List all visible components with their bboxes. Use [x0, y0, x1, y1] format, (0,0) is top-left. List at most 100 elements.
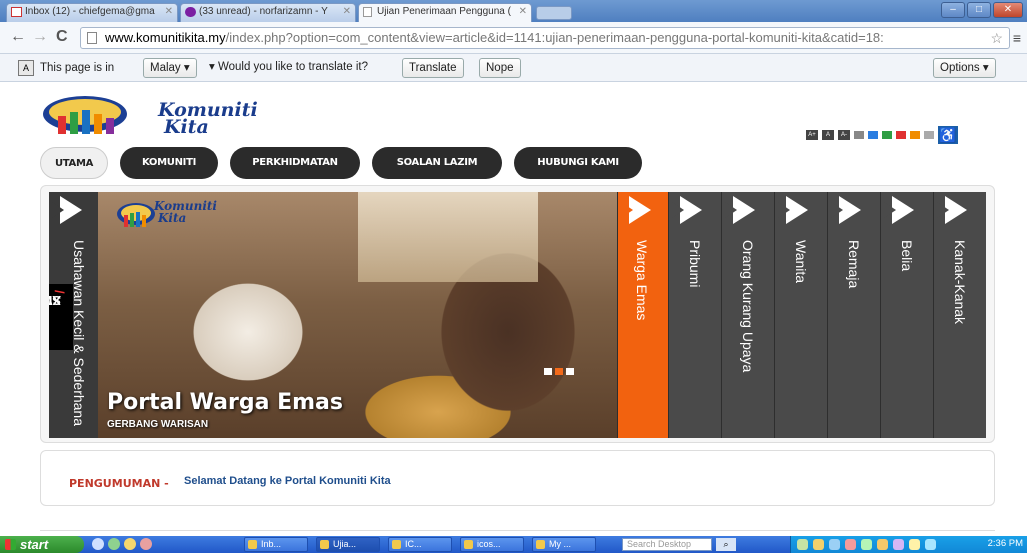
taskbar-item[interactable]: IC...	[388, 537, 452, 552]
gmail-icon	[11, 7, 22, 17]
caption-title: Portal Warga Emas	[107, 390, 343, 415]
accessibility-tools: A+ A A- ♿	[806, 126, 958, 144]
announcement-label: PENGUMUMAN -	[69, 477, 169, 490]
nav-perkhidmatan[interactable]: PERKHIDMATAN	[230, 147, 360, 179]
arrow-icon	[672, 196, 702, 224]
pager-dot[interactable]	[566, 368, 574, 375]
logo-text: Komuniti Kita	[158, 101, 258, 137]
panel-label: Kanak-Kanak	[952, 240, 968, 325]
taskbar-item[interactable]: Inb...	[244, 537, 308, 552]
announcement-link[interactable]: Selamat Datang ke Portal Komuniti Kita	[184, 475, 391, 487]
panel-label: Orang Kurang Upaya	[740, 240, 756, 373]
tray-icon[interactable]	[909, 539, 920, 550]
slide-pager	[544, 368, 574, 375]
theme-swatch[interactable]	[868, 131, 878, 139]
slide-caption: Portal Warga Emas GERBANG WARISAN	[107, 390, 343, 430]
forward-icon[interactable]: →	[32, 28, 48, 46]
translate-question-select[interactable]: ▾ Would you like to translate it?	[203, 58, 374, 78]
photo-logo-line2: Kita	[158, 211, 187, 225]
slider-panel-oku[interactable]: Orang Kurang Upaya	[721, 192, 774, 438]
pager-dot[interactable]	[544, 368, 552, 375]
theme-swatch[interactable]	[896, 131, 906, 139]
close-icon[interactable]: ✕	[343, 6, 351, 17]
page-icon	[87, 32, 97, 44]
taskbar-item-active[interactable]: Ujia...	[316, 537, 380, 552]
text-reset-icon[interactable]: A	[822, 130, 834, 140]
slider-panel-remaja[interactable]: Remaja	[827, 192, 880, 438]
slider-panel-kanak-kanak[interactable]: Kanak-Kanak	[933, 192, 986, 438]
volume-icon[interactable]	[925, 539, 936, 550]
quicklaunch-icon[interactable]	[92, 538, 104, 550]
text-smaller-icon[interactable]: A-	[838, 130, 850, 140]
site-logo[interactable]: Komuniti Kita	[40, 88, 258, 148]
text-larger-icon[interactable]: A+	[806, 130, 818, 140]
tray-icon[interactable]	[845, 539, 856, 550]
close-icon[interactable]: ✕	[165, 6, 173, 17]
tray-icon[interactable]	[861, 539, 872, 550]
nav-soalan-lazim[interactable]: SOALAN LAZIM	[372, 147, 502, 179]
tab-active[interactable]: Ujian Penerimaan Pengguna ( ✕	[358, 3, 532, 22]
options-button[interactable]: Options ▾	[933, 58, 996, 78]
quicklaunch-icon[interactable]	[124, 538, 136, 550]
nav-hubungi-kami[interactable]: HUBUNGI KAMI	[514, 147, 642, 179]
theme-swatch[interactable]	[924, 131, 934, 139]
translate-bar: A This page is in Malay ▾ ▾ Would you li…	[0, 54, 1027, 82]
url-path: /index.php?option=com_content&view=artic…	[225, 30, 884, 45]
tab-yahoo[interactable]: (33 unread) - norfarizamn - Y ✕	[180, 3, 356, 22]
logo-emblem-icon	[117, 203, 155, 227]
panel-label: Belia	[899, 240, 915, 272]
panel-label: Usahawan Kecil & Sederhana	[71, 240, 87, 427]
back-icon[interactable]: ←	[10, 28, 26, 46]
desktop-search-input[interactable]: Search Desktop	[622, 538, 712, 551]
theme-swatch[interactable]	[882, 131, 892, 139]
maximize-button[interactable]: □	[967, 2, 991, 18]
nav-utama[interactable]: UTAMA	[40, 147, 108, 179]
nope-button[interactable]: Nope	[479, 58, 521, 78]
new-tab-button[interactable]	[536, 6, 572, 20]
close-window-button[interactable]: ✕	[993, 2, 1023, 18]
content-area-top	[40, 530, 995, 534]
slider-panel-usahawan[interactable]: Usahawan Kecil & Sederhana XML/SWF	[49, 192, 98, 438]
theme-swatch[interactable]	[854, 131, 864, 139]
search-icon[interactable]: ⌕	[716, 538, 736, 551]
taskbar-item[interactable]: icos...	[460, 537, 524, 552]
tab-gmail[interactable]: Inbox (12) - chiefgema@gma ✕	[6, 3, 178, 22]
pager-dot-active[interactable]	[555, 368, 563, 375]
tray-icon[interactable]	[829, 539, 840, 550]
system-tray: 2:36 PM	[790, 536, 1027, 553]
arrow-icon	[778, 196, 808, 224]
menu-icon[interactable]: ≡	[1013, 30, 1021, 46]
minimize-button[interactable]: –	[941, 2, 965, 18]
tray-icon[interactable]	[813, 539, 824, 550]
bookmark-star-icon[interactable]: ☆	[990, 28, 1003, 48]
quicklaunch-icon[interactable]	[108, 538, 120, 550]
close-icon[interactable]: ✕	[519, 6, 527, 17]
start-button[interactable]: start	[0, 536, 84, 553]
slider-panel-pribumi[interactable]: Pribumi	[668, 192, 721, 438]
tray-icon[interactable]	[893, 539, 904, 550]
slider-panel-warga-emas[interactable]: Warga Emas	[617, 192, 668, 438]
tray-icon[interactable]	[877, 539, 888, 550]
translate-icon: A	[18, 60, 34, 76]
options-label: Options	[940, 62, 980, 74]
slider-panel-belia[interactable]: Belia	[880, 192, 933, 438]
language-value: Malay	[150, 62, 181, 74]
announcement-box: PENGUMUMAN - Selamat Datang ke Portal Ko…	[40, 450, 995, 506]
taskbar-item[interactable]: My ...	[532, 537, 596, 552]
wheelchair-icon[interactable]: ♿	[938, 126, 958, 144]
tab-title: (33 unread) - norfarizamn - Y	[199, 6, 328, 17]
quicklaunch-icon[interactable]	[140, 538, 152, 550]
reload-icon[interactable]: C	[56, 28, 68, 46]
yahoo-icon	[185, 7, 196, 17]
translate-button[interactable]: Translate	[402, 58, 464, 78]
theme-swatch[interactable]	[910, 131, 920, 139]
tray-icon[interactable]	[797, 539, 808, 550]
nav-komuniti[interactable]: KOMUNITI	[120, 147, 218, 179]
photo-logo: Komuniti Kita	[116, 198, 217, 238]
slider-panel-wanita[interactable]: Wanita	[774, 192, 827, 438]
arrow-icon	[884, 196, 914, 224]
address-bar[interactable]: www.komunitikita.my/index.php?option=com…	[80, 27, 1010, 49]
xml-swf-badge[interactable]: XML/SWF	[49, 284, 73, 350]
browser-tab-strip: Inbox (12) - chiefgema@gma ✕ (33 unread)…	[0, 0, 1027, 22]
language-select[interactable]: Malay ▾	[143, 58, 197, 78]
